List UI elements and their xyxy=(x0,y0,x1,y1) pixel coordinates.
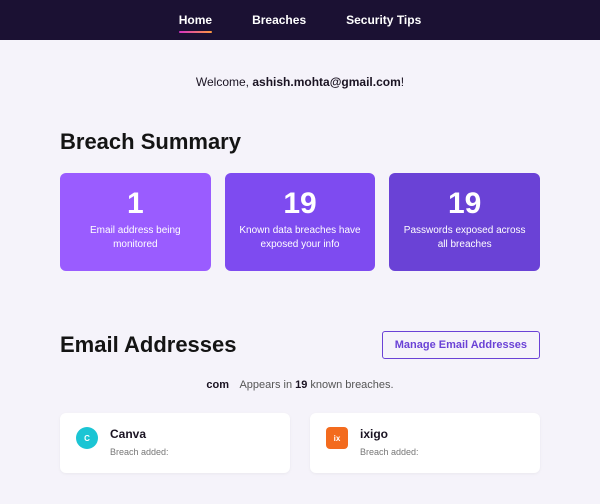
welcome-email: ashish.mohta@gmail.com xyxy=(252,75,400,89)
breach-name: ixigo xyxy=(360,427,419,441)
summary-card-value: 19 xyxy=(283,187,316,220)
welcome-suffix: ! xyxy=(401,75,404,89)
appears-count: 19 xyxy=(295,379,307,391)
welcome-message: Welcome, ashish.mohta@gmail.com! xyxy=(0,75,600,89)
appears-prefix: Appears in xyxy=(239,379,295,391)
top-nav: Home Breaches Security Tips xyxy=(0,0,600,40)
summary-card-value: 19 xyxy=(448,187,481,220)
email-domain: com xyxy=(206,379,229,391)
appears-in-breaches-line: com Appears in 19 known breaches. xyxy=(60,379,540,391)
canva-logo-icon: C xyxy=(76,427,98,449)
breach-card-row: C Canva Breach added: ix ixigo Breach ad… xyxy=(60,413,540,473)
nav-item-home[interactable]: Home xyxy=(179,1,212,39)
manage-email-addresses-button[interactable]: Manage Email Addresses xyxy=(382,331,540,359)
welcome-prefix: Welcome, xyxy=(196,75,252,89)
summary-card-label: Passwords exposed across all breaches xyxy=(400,224,530,251)
nav-item-security-tips[interactable]: Security Tips xyxy=(346,1,421,39)
appears-suffix: known breaches. xyxy=(307,379,393,391)
summary-card-breaches: 19 Known data breaches have exposed your… xyxy=(225,173,376,271)
summary-card-value: 1 xyxy=(127,187,144,220)
summary-cards: 1 Email address being monitored 19 Known… xyxy=(60,173,540,271)
summary-card-passwords: 19 Passwords exposed across all breaches xyxy=(389,173,540,271)
email-addresses-title: Email Addresses xyxy=(60,332,237,358)
breach-card-canva[interactable]: C Canva Breach added: xyxy=(60,413,290,473)
breach-card-ixigo[interactable]: ix ixigo Breach added: xyxy=(310,413,540,473)
summary-card-label: Known data breaches have exposed your in… xyxy=(235,224,365,251)
breach-added-label: Breach added: xyxy=(360,447,419,459)
summary-card-monitored: 1 Email address being monitored xyxy=(60,173,211,271)
breach-summary-title: Breach Summary xyxy=(60,129,540,155)
breach-added-label: Breach added: xyxy=(110,447,169,459)
ixigo-logo-icon: ix xyxy=(326,427,348,449)
nav-item-breaches[interactable]: Breaches xyxy=(252,1,306,39)
summary-card-label: Email address being monitored xyxy=(70,224,200,251)
breach-name: Canva xyxy=(110,427,169,441)
